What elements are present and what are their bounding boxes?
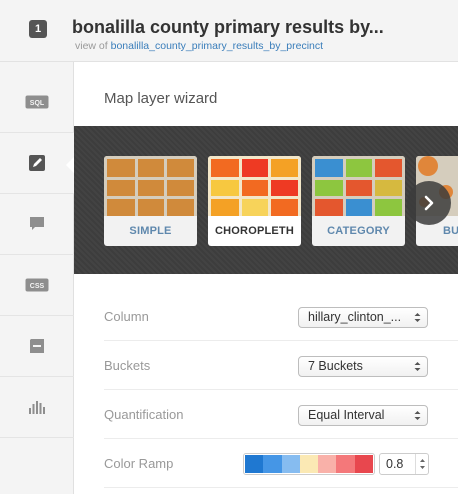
color-ramp-swatch — [318, 455, 337, 473]
sidebar-item-sql[interactable]: SQL — [0, 72, 74, 133]
column-label: Column — [104, 309, 149, 324]
color-ramp-swatch — [263, 455, 282, 473]
select-caret-icon — [414, 362, 421, 371]
brush-icon — [29, 155, 45, 171]
panel-title: Map layer wizard — [104, 90, 218, 107]
sidebar-item-wizard[interactable] — [0, 133, 74, 194]
opacity-stepper[interactable] — [415, 454, 428, 474]
color-ramp-picker[interactable] — [243, 453, 375, 475]
histogram-icon — [29, 401, 45, 414]
layer-title[interactable]: bonalilla county primary results by... — [72, 17, 384, 38]
css-icon: CSS — [25, 278, 49, 292]
viz-type-label: CATEGORY — [327, 225, 390, 237]
chevron-right-icon — [424, 195, 434, 211]
viz-type-label: CHOROPLETH — [215, 225, 294, 237]
simple-thumbnail — [104, 156, 197, 216]
layer-sidebar: SQL CSS — [0, 62, 74, 494]
viz-type-carousel: SIMPLE CHOROPLETH CATEGORY BU — [74, 126, 458, 339]
layer-header: 1 bonalilla county primary results by...… — [0, 0, 458, 62]
layer-number-badge: 1 — [29, 20, 47, 38]
select-caret-icon — [414, 411, 421, 420]
select-caret-icon — [414, 313, 421, 322]
svg-text:SQL: SQL — [30, 100, 45, 107]
color-ramp-swatch — [245, 455, 264, 473]
stepper-arrows-icon — [420, 459, 425, 469]
opacity-value: 0.8 — [386, 457, 404, 471]
view-of-prefix: view of — [75, 40, 108, 52]
color-ramp-swatch — [336, 455, 355, 473]
sql-icon: SQL — [25, 95, 49, 109]
quantification-select[interactable]: Equal Interval — [298, 405, 428, 426]
color-ramp-swatch — [354, 455, 373, 473]
buckets-row: Buckets 7 Buckets — [104, 341, 458, 390]
viz-type-simple[interactable]: SIMPLE — [104, 156, 197, 246]
color-ramp-swatch — [299, 455, 319, 473]
column-select-value: hillary_clinton_... — [308, 310, 402, 324]
wizard-panel: Map layer wizard SIMPLE CHOROPLETH CATEG… — [74, 62, 458, 494]
color-ramp-row: Color Ramp 0.8 — [104, 439, 458, 488]
quantification-select-value: Equal Interval — [308, 408, 385, 422]
svg-text:CSS: CSS — [30, 283, 45, 290]
sidebar-item-infowindow[interactable] — [0, 194, 74, 255]
buckets-label: Buckets — [104, 358, 151, 373]
choropleth-thumbnail — [208, 156, 301, 216]
legend-icon — [29, 338, 44, 353]
active-tab-pointer — [66, 157, 74, 173]
sidebar-item-legends[interactable] — [0, 316, 74, 377]
viz-type-label: SIMPLE — [129, 225, 172, 237]
sidebar-item-filters[interactable] — [0, 377, 74, 438]
infowindow-icon — [30, 217, 44, 230]
color-ramp-swatch — [281, 455, 300, 473]
quantification-label: Quantification — [104, 407, 184, 422]
viz-type-choropleth[interactable]: CHOROPLETH — [208, 156, 301, 246]
buckets-select[interactable]: 7 Buckets — [298, 356, 428, 377]
buckets-select-value: 7 Buckets — [308, 359, 363, 373]
quantification-row: Quantification Equal Interval — [104, 390, 458, 439]
opacity-input[interactable]: 0.8 — [379, 453, 429, 475]
color-ramp-label: Color Ramp — [104, 456, 174, 471]
viz-type-category[interactable]: CATEGORY — [312, 156, 405, 246]
sidebar-item-css[interactable]: CSS — [0, 255, 74, 316]
category-thumbnail — [312, 156, 405, 216]
column-select[interactable]: hillary_clinton_... — [298, 307, 428, 328]
carousel-next-button[interactable] — [407, 181, 451, 225]
column-row: Column hillary_clinton_... — [104, 292, 458, 341]
layer-source: view of bonalilla_county_primary_results… — [75, 40, 323, 52]
source-table-link[interactable]: bonalilla_county_primary_results_by_prec… — [111, 40, 323, 52]
